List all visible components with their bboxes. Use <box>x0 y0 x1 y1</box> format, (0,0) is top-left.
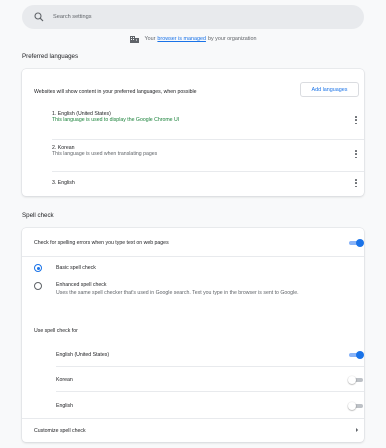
customize-spell-check-link[interactable]: Customize spell check <box>34 428 86 434</box>
spell-language-toggle[interactable] <box>348 351 364 359</box>
language-item: 1. English (United States) This language… <box>52 111 352 133</box>
divider <box>22 256 364 257</box>
chevron-right-icon[interactable] <box>354 427 360 433</box>
spell-check-card: Check for spelling errors when you type … <box>22 228 364 442</box>
enhanced-spell-check-label: Enhanced spell check <box>56 282 107 288</box>
more-vert-icon[interactable] <box>353 178 359 188</box>
add-languages-button[interactable]: Add languages <box>300 82 359 97</box>
spell-check-title: Spell check <box>22 212 54 219</box>
divider <box>22 418 364 419</box>
spell-language-label: English (United States) <box>56 352 110 358</box>
language-name: 3. English <box>52 180 75 186</box>
divider <box>56 366 364 367</box>
spell-language-toggle[interactable] <box>348 402 364 410</box>
divider <box>56 391 364 392</box>
enhanced-spell-check-description: Uses the same spell checker that's used … <box>56 290 299 296</box>
preferred-languages-title: Preferred languages <box>22 53 79 60</box>
preferred-languages-description: Websites will show content in your prefe… <box>34 89 197 95</box>
spell-language-label: Korean <box>56 377 73 383</box>
language-note: This language is used to display the Goo… <box>52 117 180 123</box>
more-vert-icon[interactable] <box>353 115 359 125</box>
language-item: 2. Korean This language is used when tra… <box>52 145 352 167</box>
spell-check-label: Check for spelling errors when you type … <box>34 240 169 246</box>
use-spell-check-for-label: Use spell check for <box>34 328 78 334</box>
managed-link[interactable]: browser is managed <box>157 36 206 42</box>
spell-language-toggle[interactable] <box>348 376 364 384</box>
basic-spell-check-radio[interactable] <box>34 264 42 272</box>
search-bar[interactable]: Search settings <box>22 5 364 29</box>
building-icon <box>129 35 139 43</box>
spell-check-toggle[interactable] <box>348 239 364 247</box>
managed-suffix: by your organization <box>207 36 257 42</box>
spell-language-label: English <box>56 403 74 409</box>
more-vert-icon[interactable] <box>353 149 359 159</box>
basic-spell-check-label: Basic spell check <box>56 265 96 271</box>
search-input[interactable]: Search settings <box>53 14 92 20</box>
managed-prefix: Your <box>144 36 156 42</box>
preferred-languages-card: Websites will show content in your prefe… <box>22 69 364 196</box>
enhanced-spell-check-radio[interactable] <box>34 282 42 290</box>
language-note: This language is used when translating p… <box>52 151 158 157</box>
managed-notice: Your browser is managed by your organiza… <box>0 34 386 44</box>
search-icon <box>34 12 44 22</box>
divider <box>52 171 364 172</box>
divider <box>52 139 364 140</box>
